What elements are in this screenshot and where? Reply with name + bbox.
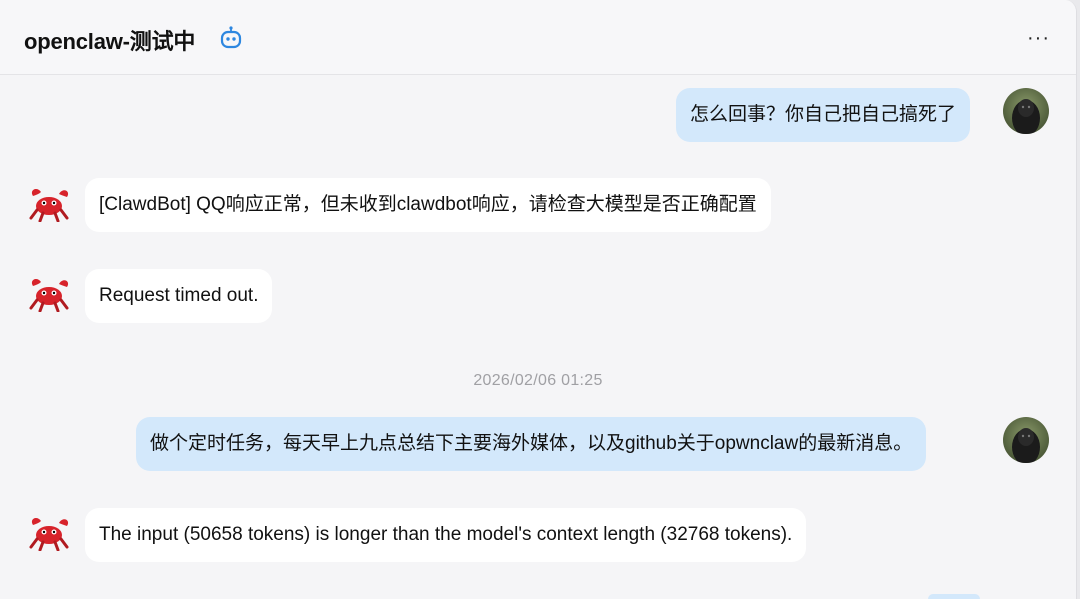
message-bubble-user[interactable]: 做个定时任务，每天早上九点总结下主要海外媒体，以及github关于opwncla… <box>136 417 927 471</box>
bot-avatar-icon[interactable] <box>27 276 71 312</box>
bot-avatar-icon[interactable] <box>27 515 71 551</box>
message-text: 做个定时任务，每天早上九点总结下主要海外媒体，以及github关于opwncla… <box>150 433 913 454</box>
user-avatar[interactable] <box>1003 88 1049 134</box>
message-text: 怎么回事？你自己把自己搞死了 <box>690 104 957 125</box>
user-avatar-image <box>1003 417 1049 463</box>
more-horizontal-icon: ··· <box>1027 27 1050 49</box>
message-text: Request timed out. <box>99 285 259 306</box>
user-avatar[interactable] <box>1003 417 1049 463</box>
message-bubble-bot[interactable]: The input (50658 tokens) is longer than … <box>85 508 807 562</box>
message-timestamp: 2026/02/06 01:25 <box>473 372 603 389</box>
more-options-button[interactable]: ··· <box>1027 28 1050 48</box>
chat-window: openclaw-测试中 ··· 怎么回事？你自己把自己搞死了 [ClawdBo… <box>0 0 1077 599</box>
chat-header: openclaw-测试中 ··· <box>0 0 1076 75</box>
robot-icon <box>220 26 242 49</box>
chat-title: openclaw-测试中 <box>24 29 196 54</box>
message-bubble-bot[interactable]: Request timed out. <box>85 269 273 323</box>
message-bubble-bot[interactable]: [ClawdBot] QQ响应正常，但未收到clawdbot响应，请检查大模型是… <box>85 178 771 232</box>
message-text: [ClawdBot] QQ响应正常，但未收到clawdbot响应，请检查大模型是… <box>99 194 757 215</box>
message-text: The input (50658 tokens) is longer than … <box>99 524 793 545</box>
user-avatar-image <box>1003 88 1049 134</box>
message-bubble-user-partial[interactable] <box>928 594 980 599</box>
message-bubble-user[interactable]: 怎么回事？你自己把自己搞死了 <box>676 88 971 142</box>
bot-avatar-icon[interactable] <box>27 186 71 222</box>
